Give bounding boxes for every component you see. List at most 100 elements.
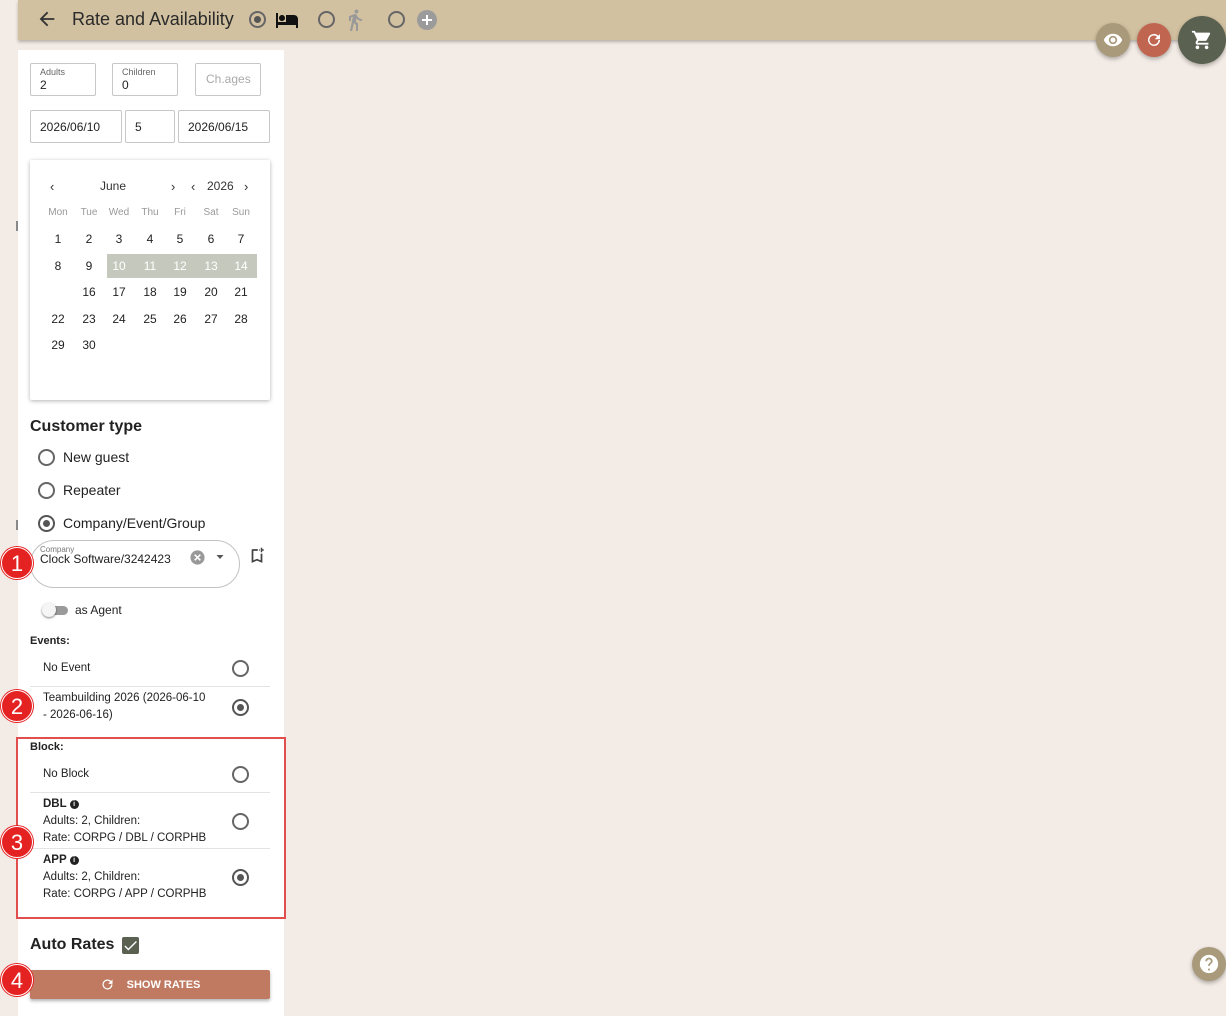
calendar-day[interactable]: 2 (74, 227, 104, 251)
weekday-label: Thu (141, 207, 159, 218)
clear-icon[interactable] (189, 549, 206, 566)
callout-marker: 1 (1, 547, 33, 579)
radio-no-event[interactable] (232, 660, 249, 677)
help-icon (1199, 954, 1219, 974)
calendar-day[interactable]: 29 (43, 333, 73, 357)
children-field[interactable]: Children 0 (112, 63, 178, 96)
calendar-month: June (100, 179, 127, 193)
calendar-day[interactable]: 10 (104, 253, 134, 278)
show-rates-label: SHOW RATES (126, 978, 201, 991)
calendar-day[interactable]: 16 (74, 280, 104, 304)
calendar-day[interactable]: 13 (196, 254, 226, 278)
calendar-day[interactable]: 27 (196, 307, 226, 331)
calendar-day[interactable]: 21 (226, 280, 256, 304)
calendar-day[interactable]: 1 (43, 227, 73, 251)
calendar-day[interactable]: 4 (135, 227, 165, 251)
calendar-day[interactable]: 11 (135, 254, 165, 278)
mode-radio-add[interactable] (388, 11, 405, 28)
page-title: Rate and Availability (72, 9, 234, 29)
repeater-label: Repeater (63, 482, 121, 498)
departure-date-field[interactable]: 2026/06/15 (178, 110, 270, 143)
events-label: Events: (30, 635, 70, 647)
radio-repeater[interactable] (38, 481, 55, 499)
customer-type-company[interactable]: Company/Event/Group (38, 512, 205, 534)
calendar-day[interactable]: 9 (74, 254, 104, 278)
customer-type-new-guest[interactable]: New guest (38, 446, 129, 468)
show-rates-button[interactable]: SHOW RATES (30, 970, 270, 999)
calendar-day[interactable]: 7 (226, 227, 256, 251)
calendar-day[interactable]: 8 (43, 254, 73, 278)
calendar-day[interactable]: 23 (74, 307, 104, 331)
event-item-no-event[interactable]: No Event (30, 650, 270, 687)
arrival-date-value: 2026/06/10 (40, 120, 101, 134)
customer-type-repeater[interactable]: Repeater (38, 479, 121, 501)
calendar-day[interactable]: 15 (43, 280, 73, 305)
children-value: 0 (122, 78, 129, 92)
callout-marker: 4 (1, 964, 33, 996)
weekday-label: Tue (80, 207, 98, 218)
calendar-day[interactable]: 22 (43, 307, 73, 331)
calendar-day[interactable]: 19 (165, 280, 195, 304)
eye-icon (1103, 33, 1123, 47)
next-year-icon[interactable]: › (244, 179, 248, 194)
view-button[interactable] (1096, 23, 1130, 57)
prev-year-icon[interactable]: ‹ (191, 179, 195, 194)
weekday-label: Sun (232, 207, 250, 218)
event-title: Teambuilding 2026 (2026-06-10 (43, 692, 206, 704)
child-ages-field[interactable]: Ch.ages (195, 63, 261, 96)
top-app-bar: Rate and Availability (18, 0, 1226, 40)
help-button[interactable] (1192, 947, 1226, 981)
calendar-day[interactable]: 25 (135, 307, 165, 331)
weekday-label: Wed (108, 207, 130, 218)
calendar-day[interactable]: 28 (226, 307, 256, 331)
bookmark-add-icon[interactable] (248, 547, 266, 565)
company-select[interactable]: Company Clock Software/3242423 (30, 540, 240, 588)
arrival-date-field[interactable]: 2026/06/10 (30, 110, 122, 143)
new-guest-label: New guest (63, 449, 130, 465)
cart-button[interactable] (1178, 16, 1226, 64)
calendar-day[interactable]: 24 (104, 307, 134, 331)
bed-icon (276, 13, 298, 28)
weekday-label: Fri (174, 207, 186, 218)
mode-radio-walkin[interactable] (318, 11, 335, 28)
customer-type-title: Customer type (30, 418, 143, 435)
weekday-label: Sat (203, 207, 219, 218)
calendar-day[interactable]: 14 (226, 254, 256, 278)
company-event-group-label: Company/Event/Group (63, 515, 206, 531)
walking-person-icon (349, 9, 362, 31)
chevron-down-icon[interactable] (214, 551, 226, 563)
mode-radio-room[interactable] (249, 11, 266, 28)
auto-rates-checkbox[interactable] (122, 937, 139, 954)
refresh-button[interactable] (1137, 23, 1171, 57)
nights-field[interactable]: 5 (125, 110, 175, 143)
calendar-day[interactable]: 18 (135, 280, 165, 304)
calendar-day[interactable]: 12 (165, 254, 195, 278)
radio-company[interactable] (38, 514, 55, 532)
next-month-icon[interactable]: › (171, 179, 175, 194)
calendar-day[interactable]: 30 (74, 333, 104, 357)
calendar-year: 2026 (207, 179, 234, 193)
calendar-day[interactable]: 6 (196, 227, 226, 251)
check-icon (124, 940, 137, 951)
calendar-day[interactable]: 20 (196, 280, 226, 304)
radio-teambuilding-event[interactable] (232, 699, 249, 716)
event-item-teambuilding[interactable]: Teambuilding 2026 (2026-06-10 - 2026-06-… (30, 687, 270, 730)
as-agent-label: as Agent (75, 603, 122, 617)
refresh-icon (1148, 33, 1160, 46)
cart-icon (1191, 30, 1211, 50)
adults-value: 2 (40, 78, 47, 92)
radio-new-guest[interactable] (38, 448, 55, 466)
weekday-label: Mon (48, 207, 68, 218)
date-picker-calendar: ‹ June › ‹ 2026 › Mon Tue Wed Thu Fri Sat Sun … (30, 160, 270, 400)
calendar-day[interactable]: 5 (165, 227, 195, 251)
calendar-day[interactable]: 26 (165, 307, 195, 331)
as-agent-toggle[interactable] (42, 603, 70, 617)
prev-month-icon[interactable]: ‹ (50, 179, 54, 194)
calendar-day[interactable]: 3 (104, 227, 134, 251)
adults-field[interactable]: Adults 2 (30, 63, 96, 96)
calendar-day[interactable]: 17 (104, 280, 134, 304)
arrow-left-icon[interactable] (36, 8, 58, 30)
event-dates: - 2026-06-16) (43, 709, 113, 721)
callout-marker: 2 (1, 690, 33, 722)
company-value: Clock Software/3242423 (40, 552, 171, 566)
